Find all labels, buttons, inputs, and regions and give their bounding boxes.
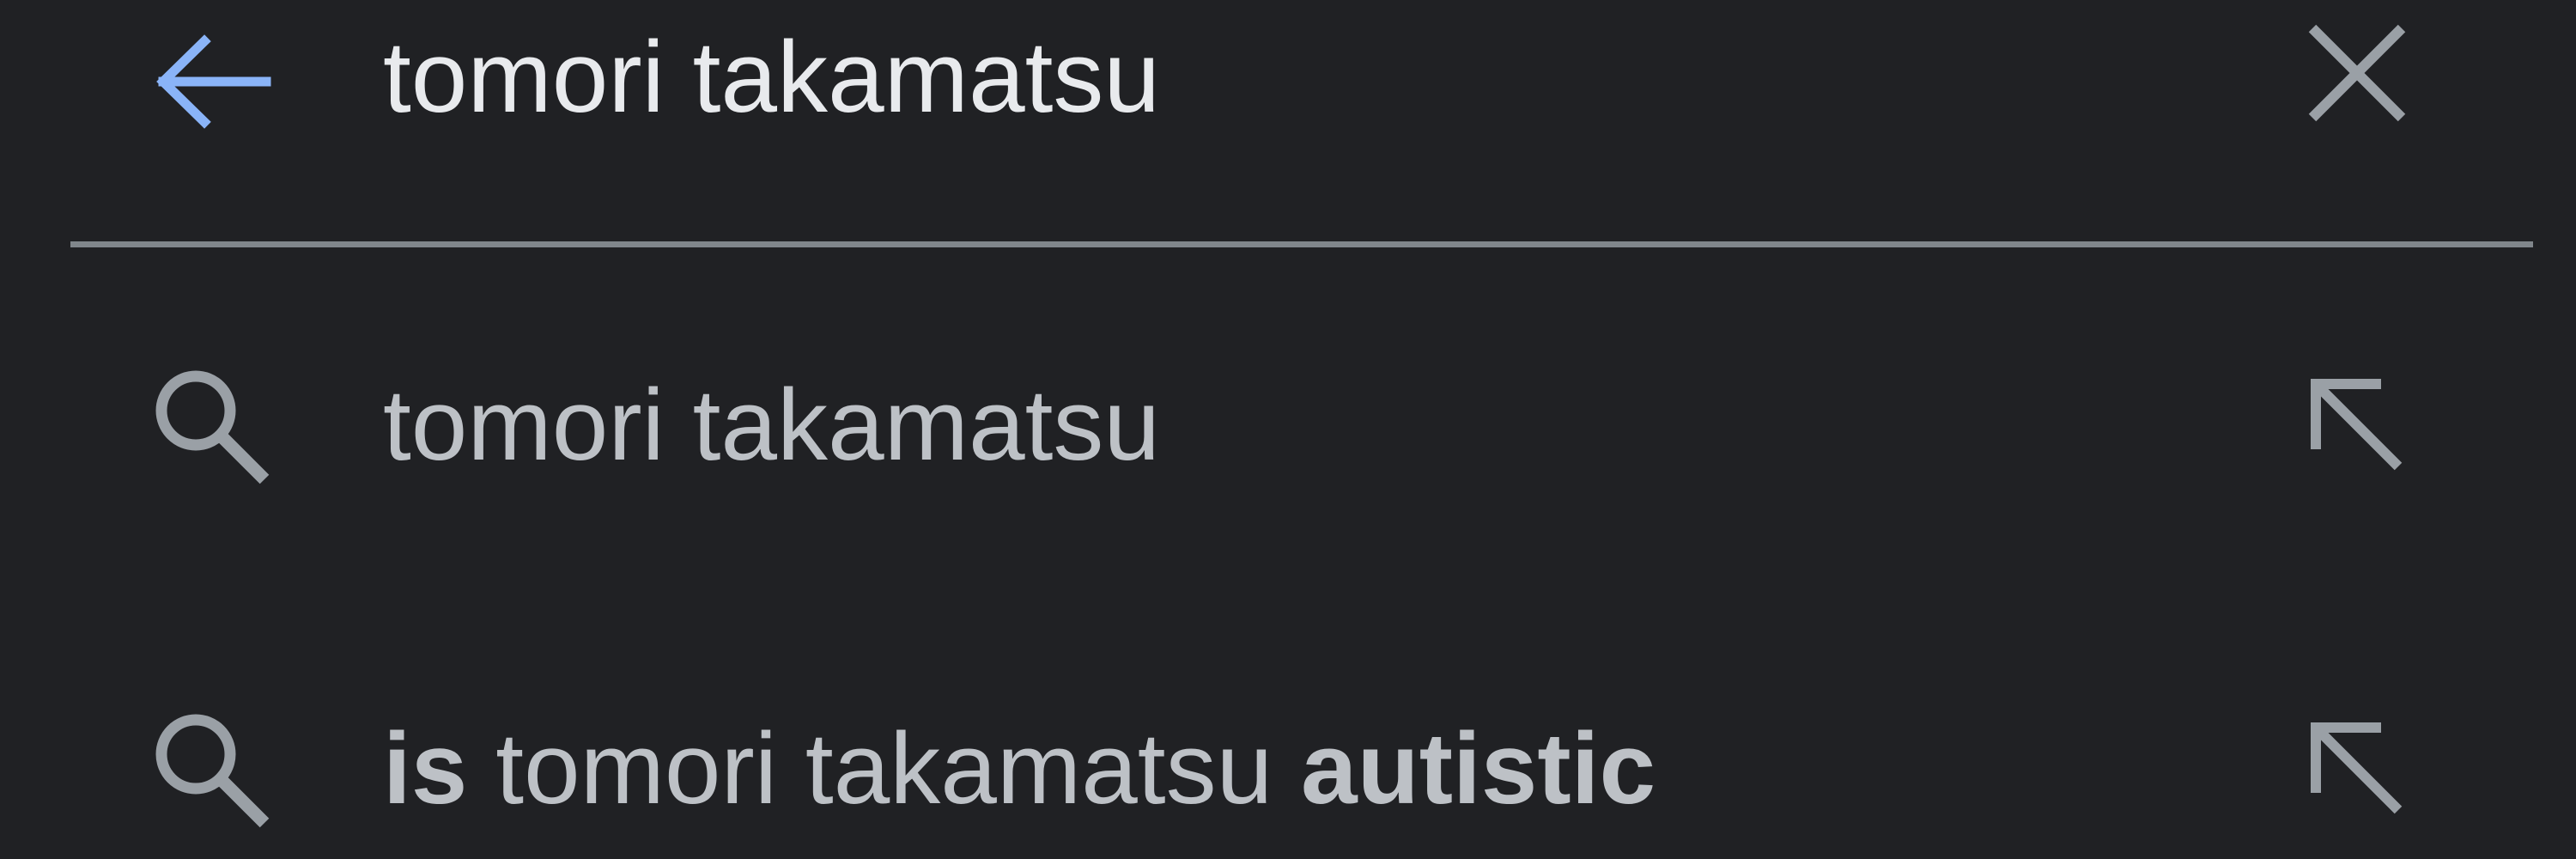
search-icon: [142, 700, 279, 838]
suggestion-query: tomori takamatsu: [383, 369, 1160, 482]
suggestion-bold-suffix: autistic: [1300, 712, 1656, 825]
search-input[interactable]: [383, 9, 2186, 146]
divider: [70, 241, 2533, 247]
arrow-up-left-icon: [2311, 379, 2403, 471]
search-icon: [142, 356, 279, 494]
search-bar: [0, 0, 2576, 245]
suggestion-text: tomori takamatsu: [383, 365, 1160, 485]
fill-query-button[interactable]: [2293, 361, 2421, 490]
arrow-left-icon: [156, 34, 271, 129]
close-icon: [2308, 24, 2406, 122]
back-button[interactable]: [146, 26, 283, 137]
suggestion-text: is tomori takamatsu autistic: [383, 709, 1656, 829]
clear-button[interactable]: [2284, 9, 2430, 137]
arrow-up-left-icon: [2311, 722, 2403, 814]
fill-query-button[interactable]: [2293, 704, 2421, 833]
suggestion-query: tomori takamatsu: [467, 712, 1301, 825]
suggestion-item[interactable]: is tomori takamatsu autistic: [0, 683, 2576, 855]
suggestion-item[interactable]: tomori takamatsu: [0, 339, 2576, 511]
suggestion-bold-prefix: is: [383, 712, 468, 825]
